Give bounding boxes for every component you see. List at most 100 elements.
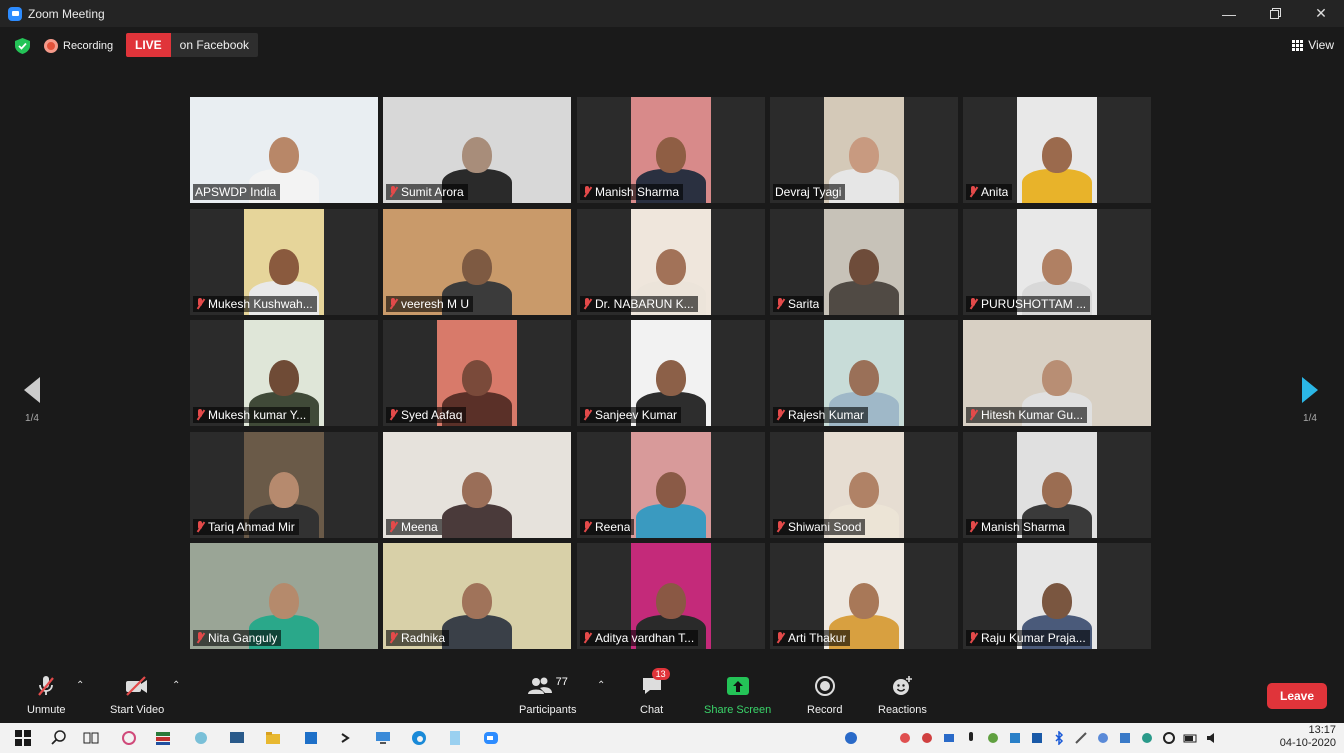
- close-window-button[interactable]: ✕: [1298, 0, 1344, 27]
- next-page-button[interactable]: 1/4: [1278, 350, 1342, 450]
- participant-video-tile[interactable]: Arti Thakur: [770, 543, 958, 649]
- participant-name: APSWDP India: [195, 185, 277, 199]
- participant-video-tile[interactable]: Rajesh Kumar: [770, 320, 958, 426]
- volume-icon[interactable]: [1204, 729, 1222, 747]
- muted-mic-icon: [195, 632, 205, 644]
- record-button[interactable]: Record: [807, 674, 842, 716]
- store-app-icon[interactable]: [302, 729, 320, 747]
- tray-icon-8[interactable]: [1094, 729, 1112, 747]
- participant-video-feed: [631, 432, 711, 538]
- participant-video-tile[interactable]: Syed Aafaq: [383, 320, 571, 426]
- participant-video-tile[interactable]: PURUSHOTTAM ...: [963, 209, 1151, 315]
- participants-button[interactable]: 77 Participants: [519, 674, 576, 716]
- participant-video-tile[interactable]: Manish Sharma: [577, 97, 765, 203]
- participant-video-tile[interactable]: Mukesh kumar Y...: [190, 320, 378, 426]
- tray-icon-11[interactable]: [1160, 729, 1178, 747]
- minimize-button[interactable]: —: [1206, 0, 1252, 27]
- participant-video-tile[interactable]: Shiwani Sood: [770, 432, 958, 538]
- participant-video-tile[interactable]: Dr. NABARUN K...: [577, 209, 765, 315]
- muted-mic-icon: [195, 521, 205, 533]
- participant-video-tile[interactable]: Sumit Arora: [383, 97, 571, 203]
- participant-video-tile[interactable]: Sarita: [770, 209, 958, 315]
- paint-app-icon[interactable]: [120, 729, 138, 747]
- participant-video-tile[interactable]: Devraj Tyagi: [770, 97, 958, 203]
- participant-video-tile[interactable]: Raju Kumar Praja...: [963, 543, 1151, 649]
- bluetooth-icon[interactable]: [1050, 729, 1068, 747]
- live-stream-indicator[interactable]: LIVE on Facebook: [126, 33, 259, 57]
- participant-video-tile[interactable]: Hitesh Kumar Gu...: [963, 320, 1151, 426]
- weather-tray-icon[interactable]: [842, 729, 860, 747]
- participant-video-tile[interactable]: veeresh M U: [383, 209, 571, 315]
- participant-name-bar: Mukesh Kushwah...: [193, 296, 317, 312]
- participant-video-tile[interactable]: Reena: [577, 432, 765, 538]
- previous-page-button[interactable]: 1/4: [0, 350, 64, 450]
- participant-video-tile[interactable]: Anita: [963, 97, 1151, 203]
- tray-icon-9[interactable]: [1116, 729, 1134, 747]
- battery-icon[interactable]: [1182, 729, 1200, 747]
- tray-icon-2[interactable]: [918, 729, 936, 747]
- monitor-app-icon[interactable]: [228, 729, 246, 747]
- participant-silhouette-head: [269, 360, 299, 396]
- participant-video-tile[interactable]: Tariq Ahmad Mir: [190, 432, 378, 538]
- chat-button[interactable]: 13 Chat: [640, 668, 670, 716]
- system-clock[interactable]: 13:17 04-10-2020: [1280, 724, 1336, 750]
- tray-icon-3[interactable]: [940, 729, 958, 747]
- terminal-icon[interactable]: [338, 729, 356, 747]
- microphone-tray-icon[interactable]: [962, 729, 980, 747]
- flower-app-icon[interactable]: [192, 729, 210, 747]
- participants-icon-group: 77: [527, 674, 568, 698]
- notepad-icon[interactable]: [446, 729, 464, 747]
- restore-button[interactable]: [1252, 0, 1298, 27]
- start-video-button[interactable]: Start Video: [110, 674, 164, 716]
- participant-silhouette-body: [442, 615, 512, 649]
- video-options-caret-icon[interactable]: ⌃: [172, 680, 180, 691]
- unmute-label: Unmute: [27, 704, 66, 716]
- participant-video-tile[interactable]: Mukesh Kushwah...: [190, 209, 378, 315]
- record-label: Record: [807, 704, 843, 716]
- task-view-icon[interactable]: [82, 729, 100, 747]
- participant-name-bar: Sanjeev Kumar: [580, 407, 682, 423]
- participant-name-bar: Manish Sharma: [966, 519, 1070, 535]
- participant-name: Sarita: [788, 297, 820, 311]
- participant-silhouette-head: [656, 249, 686, 285]
- audio-options-caret-icon[interactable]: ⌃: [76, 680, 84, 691]
- view-label: View: [1308, 38, 1334, 52]
- participant-silhouette-head: [269, 472, 299, 508]
- reactions-button[interactable]: Reactions: [878, 674, 927, 716]
- unmute-button[interactable]: Unmute: [27, 674, 66, 716]
- tray-icon-1[interactable]: [896, 729, 914, 747]
- page-indicator-left: 1/4: [25, 412, 39, 424]
- participant-video-tile[interactable]: Manish Sharma: [963, 432, 1151, 538]
- participant-name: Devraj Tyagi: [775, 185, 842, 199]
- tray-icon-10[interactable]: [1138, 729, 1156, 747]
- participant-video-tile[interactable]: Radhika: [383, 543, 571, 649]
- remote-desktop-icon[interactable]: [374, 729, 392, 747]
- search-icon[interactable]: [50, 729, 68, 747]
- share-screen-button[interactable]: Share Screen: [704, 674, 771, 716]
- participant-video-tile[interactable]: Aditya vardhan T...: [577, 543, 765, 649]
- recording-indicator[interactable]: Recording: [44, 35, 113, 57]
- tray-icon-5[interactable]: [1006, 729, 1024, 747]
- tray-icon-7[interactable]: [1072, 729, 1090, 747]
- edge-browser-icon[interactable]: [410, 729, 428, 747]
- tray-icon-6[interactable]: [1028, 729, 1046, 747]
- participant-video-tile[interactable]: Nita Ganguly: [190, 543, 378, 649]
- participant-name: Manish Sharma: [981, 520, 1066, 534]
- participant-silhouette-head: [462, 360, 492, 396]
- view-button[interactable]: View: [1292, 36, 1334, 54]
- encryption-shield-icon[interactable]: [15, 38, 30, 54]
- share-screen-icon: [726, 677, 749, 695]
- participant-video-tile[interactable]: Meena: [383, 432, 571, 538]
- reactions-smiley-icon: [893, 676, 913, 695]
- file-explorer-icon[interactable]: [264, 729, 282, 747]
- participant-silhouette-head: [1042, 249, 1072, 285]
- media-app-icon[interactable]: [154, 729, 172, 747]
- participant-name: PURUSHOTTAM ...: [981, 297, 1087, 311]
- zoom-taskbar-icon[interactable]: [482, 729, 500, 747]
- windows-start-icon[interactable]: [14, 729, 32, 747]
- participants-options-caret-icon[interactable]: ⌃: [597, 680, 605, 691]
- tray-icon-4[interactable]: [984, 729, 1002, 747]
- leave-button[interactable]: Leave: [1267, 683, 1327, 709]
- participant-video-tile[interactable]: APSWDP India: [190, 97, 378, 203]
- participant-video-tile[interactable]: Sanjeev Kumar: [577, 320, 765, 426]
